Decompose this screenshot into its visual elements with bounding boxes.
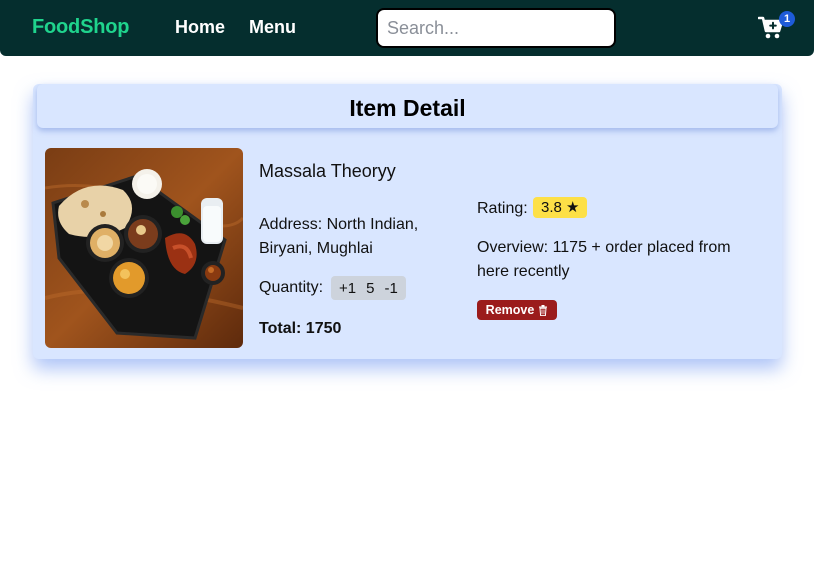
increment-button[interactable]: +1 [339,280,356,297]
card-header: Item Detail [37,84,778,128]
trash-icon [539,304,548,316]
total-price: Total: 1750 [259,320,342,337]
search-input[interactable] [376,8,616,48]
nav-link-menu[interactable]: Menu [249,17,296,38]
remove-button-label: Remove [485,303,535,317]
food-image [45,148,243,348]
cart-count-badge: 1 [779,11,795,27]
quantity-stepper: +1 5 -1 [331,276,406,300]
decrement-button[interactable]: -1 [384,280,397,297]
quantity-label: Quantity: [259,279,324,296]
quantity-value: 5 [366,279,375,297]
rating-label: Rating: [477,200,528,217]
navbar: FoodShop Home Menu 1 [0,0,814,56]
restaurant-name: Massala Theoryy [259,161,396,181]
nav-link-home[interactable]: Home [175,17,225,38]
restaurant-address: Address: North Indian, Biryani, Mughlai [259,216,419,257]
cart-button[interactable]: 1 [758,11,798,46]
remove-button[interactable]: Remove [477,300,557,320]
overview-text: Overview: 1175 + order placed from here … [477,239,731,280]
item-detail-card: Item Detail Massala Theoryy Address: Nor… [33,84,782,359]
page-title: Item Detail [349,95,466,121]
brand-logo[interactable]: FoodShop [32,16,129,39]
rating-badge: 3.8 ★ [533,197,588,218]
